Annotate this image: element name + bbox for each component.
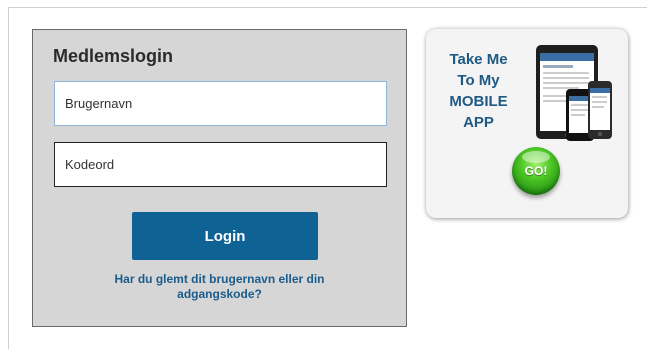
- mobile-text-line4: APP: [463, 114, 494, 131]
- go-button[interactable]: GO!: [512, 147, 560, 195]
- login-title: Medlemslogin: [53, 46, 174, 66]
- forgot-link-line1: Har du glemt dit brugernavn eller din: [114, 272, 325, 286]
- go-label: GO!: [524, 164, 548, 178]
- login-button[interactable]: Login: [132, 212, 318, 260]
- mobile-app-text: Take Me To My MOBILE APP: [426, 49, 531, 133]
- mobile-text-line3: MOBILE: [449, 93, 508, 110]
- mobile-text-line1: Take Me: [449, 51, 508, 68]
- mobile-text-line2: To My: [457, 72, 500, 89]
- go-button-shine: [522, 151, 550, 163]
- frame-left-border: [8, 7, 9, 349]
- frame-top-border: [8, 7, 647, 8]
- mobile-app-card[interactable]: Take Me To My MOBILE APP GO!: [426, 29, 628, 218]
- mobile-devices-image: [536, 45, 612, 141]
- forgot-link-line2: adgangskode?: [177, 287, 262, 301]
- member-login-panel: Medlemslogin Login Har du glemt dit brug…: [32, 29, 407, 327]
- username-input[interactable]: [54, 81, 387, 126]
- forgot-credentials-link[interactable]: Har du glemt dit brugernavn eller din ad…: [53, 272, 386, 302]
- password-input[interactable]: [54, 142, 387, 187]
